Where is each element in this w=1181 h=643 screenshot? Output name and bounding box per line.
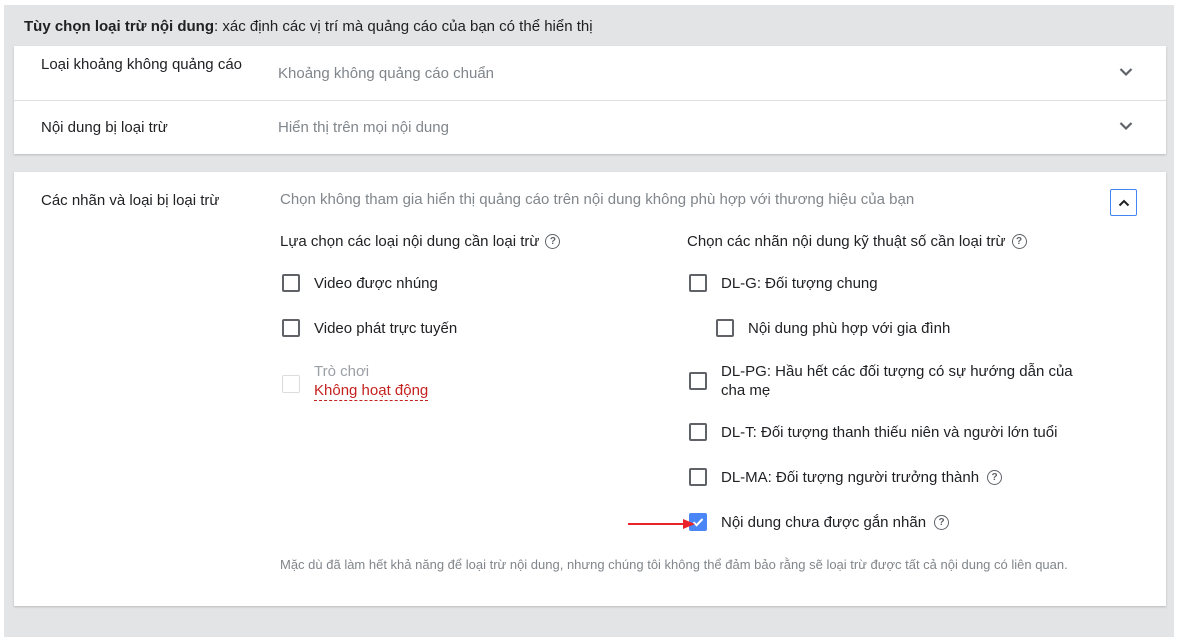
checkbox-disabled (282, 375, 300, 393)
header-title: Tùy chọn loại trừ nội dung (24, 18, 215, 35)
excluded-content-value: Hiển thị trên mọi nội dung (278, 119, 449, 136)
option-label: Video được nhúng (314, 275, 438, 292)
option-family-safe[interactable]: Nội dung phù hợp với gia đình (716, 319, 950, 338)
option-label: DL-PG: Hầu hết các đối tượng có sự hướng… (721, 363, 1073, 399)
option-embedded-video[interactable]: Video được nhúng (282, 274, 438, 293)
chevron-down-icon[interactable] (1117, 117, 1135, 135)
option-label: DL-MA: Đối tượng người trưởng thành (721, 469, 980, 486)
option-label-group: DL-MA: Đối tượng người trưởng thành ? (721, 468, 1003, 487)
option-dl-g[interactable]: DL-G: Đối tượng chung (689, 274, 878, 293)
option-label: Video phát trực tuyến (314, 320, 458, 337)
digital-labels-title-text: Chọn các nhãn nội dung kỹ thuật số cần l… (687, 233, 1006, 250)
checkbox[interactable] (689, 274, 707, 292)
disclaimer-note: Mặc dù đã làm hết khả năng để loại trừ n… (280, 557, 1068, 572)
option-dl-pg[interactable]: DL-PG: Hầu hết các đối tượng có sự hướng… (689, 362, 1099, 400)
header-subtitle: : xác định các vị trí mà quảng cáo của b… (214, 18, 593, 35)
section-header: Tùy chọn loại trừ nội dung: xác định các… (24, 18, 593, 35)
option-label: Nội dung phù hợp với gia đình (748, 320, 951, 337)
option-label: DL-T: Đối tượng thanh thiếu niên và ngườ… (721, 424, 1058, 441)
settings-card: Loại khoảng không quảng cáo Khoảng không… (14, 46, 1166, 154)
content-types-title: Lựa chọn các loại nội dung cần loại trừ … (280, 233, 561, 250)
option-dl-t[interactable]: DL-T: Đối tượng thanh thiếu niên và ngườ… (689, 423, 1057, 442)
checkbox[interactable] (689, 468, 707, 486)
option-not-yet-labeled[interactable]: Nội dung chưa được gắn nhãn ? (689, 513, 950, 532)
option-live-streaming-video[interactable]: Video phát trực tuyến (282, 319, 457, 338)
inventory-type-value: Khoảng không quảng cáo chuẩn (278, 65, 495, 82)
collapse-button[interactable] (1110, 189, 1137, 216)
inactive-status-link[interactable]: Không hoạt động (314, 382, 429, 401)
inventory-type-label: Loại khoảng không quảng cáo (41, 56, 243, 73)
checkbox[interactable] (689, 372, 707, 390)
option-label: Nội dung chưa được gắn nhãn (721, 514, 927, 531)
labels-section-label: Các nhãn và loại bị loại trừ (41, 192, 220, 209)
red-arrow-annotation (628, 519, 695, 529)
help-icon[interactable]: ? (545, 234, 561, 249)
option-dl-ma[interactable]: DL-MA: Đối tượng người trưởng thành ? (689, 468, 1003, 487)
option-label-group: Nội dung chưa được gắn nhãn ? (721, 513, 950, 532)
option-games: Trò chơi Không hoạt động (282, 362, 429, 401)
checkbox[interactable] (689, 423, 707, 441)
digital-labels-title: Chọn các nhãn nội dung kỹ thuật số cần l… (687, 233, 1027, 250)
inventory-type-row[interactable]: Loại khoảng không quảng cáo Khoảng không… (14, 46, 1166, 101)
help-icon[interactable]: ? (1011, 234, 1027, 249)
help-icon[interactable]: ? (987, 470, 1003, 485)
excluded-content-row[interactable]: Nội dung bị loại trừ Hiển thị trên mọi n… (14, 100, 1166, 154)
option-games-text: Trò chơi Không hoạt động (314, 362, 429, 401)
checkbox[interactable] (716, 319, 734, 337)
labels-card: Các nhãn và loại bị loại trừ Chọn không … (14, 172, 1166, 606)
excluded-content-label: Nội dung bị loại trừ (41, 119, 168, 136)
help-icon[interactable]: ? (934, 515, 950, 530)
checkbox[interactable] (282, 274, 300, 292)
option-label: DL-G: Đối tượng chung (721, 275, 878, 292)
checkbox[interactable] (282, 319, 300, 337)
option-label: Trò chơi (314, 363, 370, 380)
chevron-up-icon (1118, 199, 1129, 206)
content-types-title-text: Lựa chọn các loại nội dung cần loại trừ (280, 233, 540, 250)
chevron-down-icon[interactable] (1117, 63, 1135, 81)
labels-section-description: Chọn không tham gia hiển thị quảng cáo t… (280, 191, 915, 208)
